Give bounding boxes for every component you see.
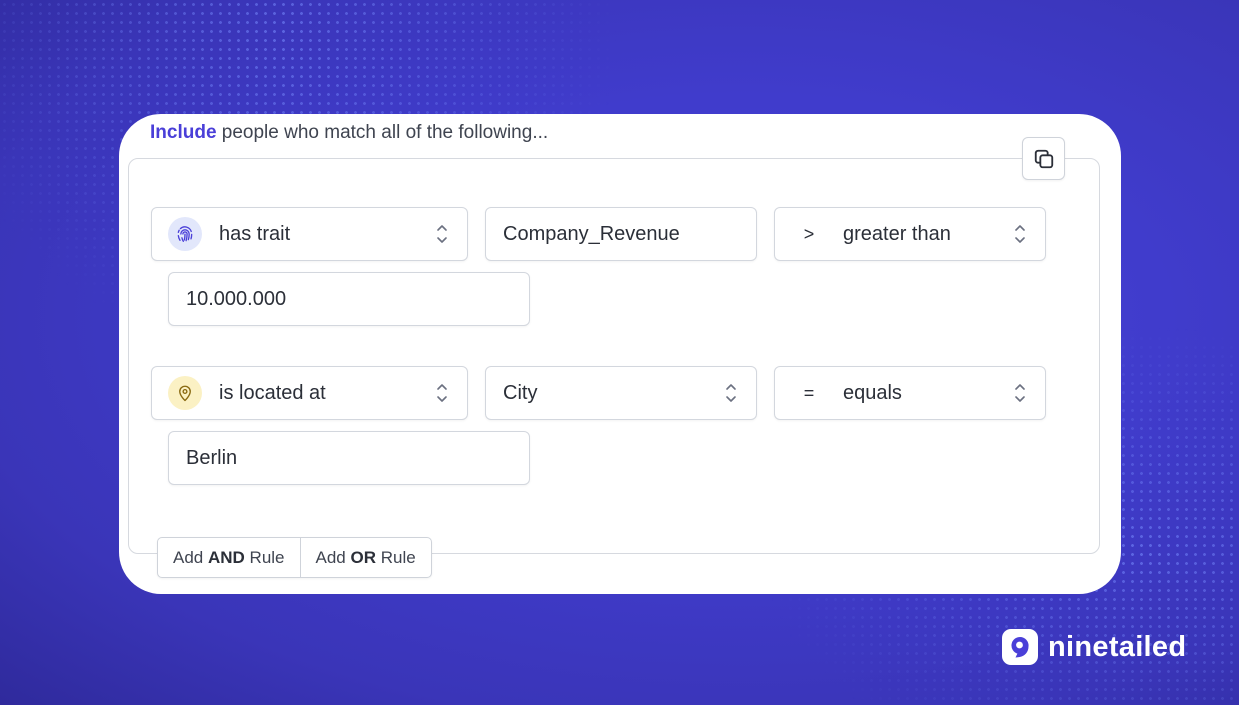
property-value: City xyxy=(503,381,538,404)
condition-label: is located at xyxy=(219,381,326,404)
add-or-prefix: Add xyxy=(315,547,351,567)
property-value: Company_Revenue xyxy=(503,222,680,245)
add-or-rule-button[interactable]: Add OR Rule xyxy=(299,538,431,577)
duplicate-button[interactable] xyxy=(1022,137,1065,180)
add-and-suffix: Rule xyxy=(244,547,285,567)
value-text: Berlin xyxy=(186,446,238,469)
chevron-up-down-icon xyxy=(726,384,736,402)
fingerprint-icon xyxy=(168,217,202,251)
map-pin-icon xyxy=(168,376,202,410)
operator-symbol: > xyxy=(803,223,815,244)
value-input[interactable]: 10.000.000 xyxy=(168,272,530,326)
operator-symbol: = xyxy=(803,382,815,403)
property-input[interactable]: Company_Revenue xyxy=(485,207,757,261)
segment-heading: Include people who match all of the foll… xyxy=(150,122,548,144)
add-rule-button-group: Add AND Rule Add OR Rule xyxy=(157,537,432,578)
include-keyword: Include xyxy=(150,122,217,143)
value-input[interactable]: Berlin xyxy=(168,431,530,485)
add-or-suffix: Rule xyxy=(376,547,416,567)
operator-label: equals xyxy=(843,381,902,404)
chevron-up-down-icon xyxy=(1015,225,1025,243)
operator-select[interactable]: = equals xyxy=(774,366,1046,420)
operator-label: greater than xyxy=(843,222,951,245)
value-text: 10.000.000 xyxy=(186,287,287,310)
condition-label: has trait xyxy=(219,222,291,245)
chevron-up-down-icon xyxy=(437,225,447,243)
copy-icon xyxy=(1034,149,1053,168)
add-and-rule-button[interactable]: Add AND Rule xyxy=(158,538,300,577)
ninetailed-logo-icon xyxy=(1002,629,1038,665)
chevron-up-down-icon xyxy=(437,384,447,402)
and-keyword: AND xyxy=(207,547,245,567)
brand-logo: ninetailed xyxy=(1002,629,1186,665)
property-select[interactable]: City xyxy=(485,366,757,420)
brand-name: ninetailed xyxy=(1048,630,1187,663)
chevron-up-down-icon xyxy=(1015,384,1025,402)
operator-select[interactable]: > greater than xyxy=(774,207,1046,261)
heading-text: people who match all of the following... xyxy=(216,122,549,143)
condition-select[interactable]: has trait xyxy=(151,207,468,261)
condition-select[interactable]: is located at xyxy=(151,366,468,420)
or-keyword: OR xyxy=(350,547,377,567)
add-and-prefix: Add xyxy=(173,547,208,567)
